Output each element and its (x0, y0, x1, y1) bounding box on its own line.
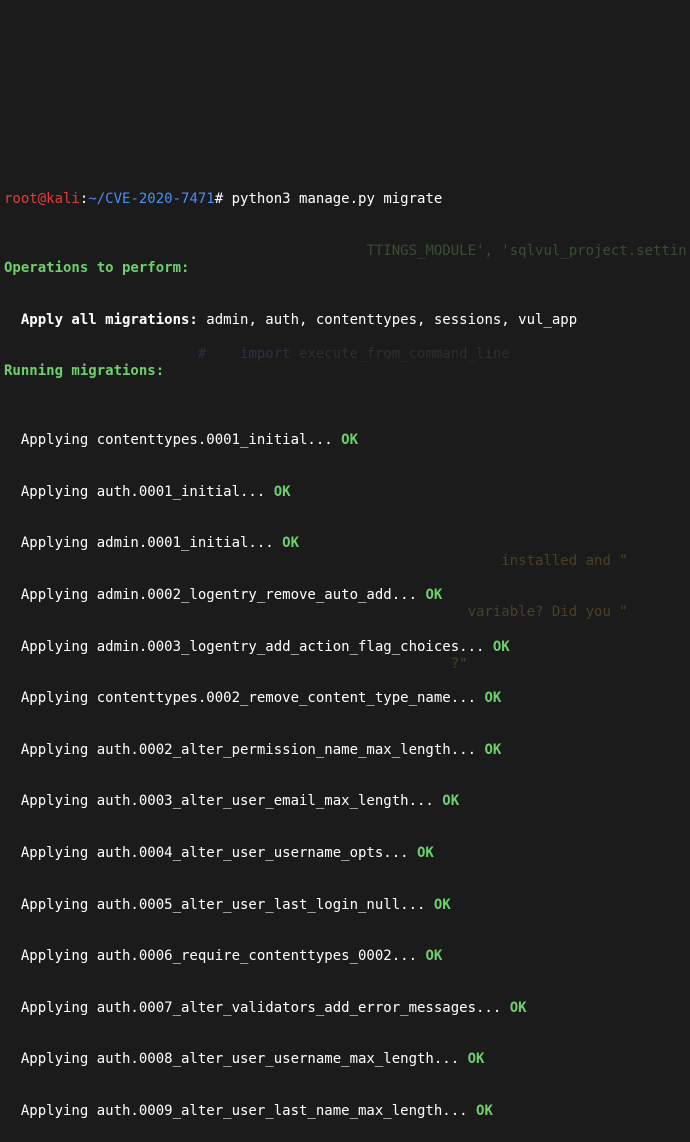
migration-line: Applying auth.0003_alter_user_email_max_… (4, 793, 686, 810)
cwd: ~/CVE-2020-7471 (88, 191, 214, 207)
migration-line: Applying auth.0002_alter_permission_name… (4, 742, 686, 759)
migration-line: Applying admin.0002_logentry_remove_auto… (4, 587, 686, 604)
migration-line: Applying auth.0005_alter_user_last_login… (4, 897, 686, 914)
migration-line: Applying auth.0008_alter_user_username_m… (4, 1051, 686, 1068)
migration-line: Applying auth.0001_initial... OK (4, 484, 686, 501)
command-1: python3 manage.py migrate (232, 191, 443, 207)
ops-header: Operations to perform: (4, 260, 686, 277)
prompt-line-1: root@kali:~/CVE-2020-7471# python3 manag… (4, 191, 686, 208)
user-host: root@kali (4, 191, 80, 207)
migration-line: Applying auth.0004_alter_user_username_o… (4, 845, 686, 862)
apply-all-line: Apply all migrations: admin, auth, conte… (4, 312, 686, 329)
migration-line: Applying auth.0009_alter_user_last_name_… (4, 1103, 686, 1120)
migration-line: Applying contenttypes.0001_initial... OK (4, 432, 686, 449)
terminal[interactable]: TTINGS_MODULE', 'sqlvul_project.settin #… (0, 0, 690, 1142)
migration-line: Applying auth.0006_require_contenttypes_… (4, 948, 686, 965)
migration-line: Applying contenttypes.0002_remove_conten… (4, 690, 686, 707)
migration-line: Applying auth.0007_alter_validators_add_… (4, 1000, 686, 1017)
running-header: Running migrations: (4, 363, 686, 380)
migration-line: Applying admin.0001_initial... OK (4, 535, 686, 552)
migration-line: Applying admin.0003_logentry_add_action_… (4, 639, 686, 656)
